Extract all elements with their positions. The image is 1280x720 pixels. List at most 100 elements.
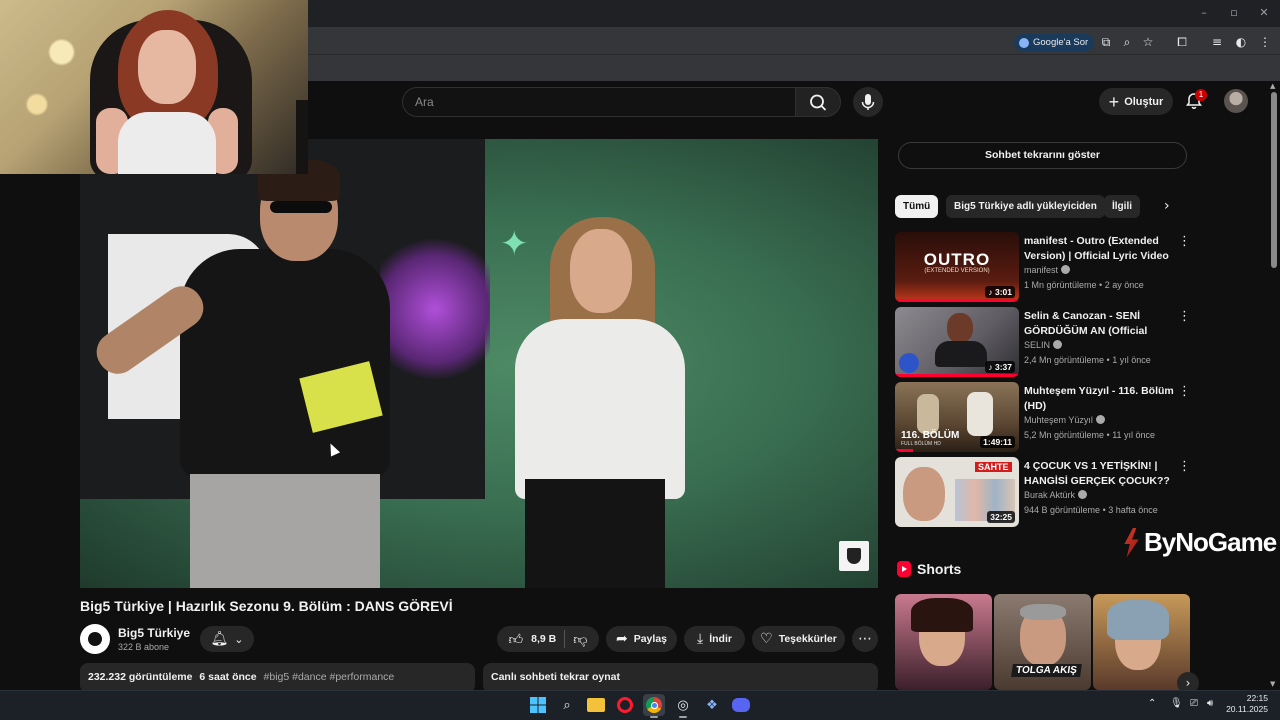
extensions-icon[interactable]: ⧠ [1174, 34, 1190, 50]
search-button[interactable] [795, 87, 841, 117]
more-options-icon[interactable]: ⋮ [1178, 309, 1191, 324]
verified-icon [1095, 415, 1105, 424]
network-icon[interactable]: ⎚ [1190, 698, 1198, 709]
bynogame-watermark: ByNoGame [1120, 527, 1277, 558]
recommendation-channel[interactable]: Burak Aktürk [1024, 490, 1088, 500]
recommendation-title[interactable]: Muhteşem Yüzyıl - 116. Bölüm (HD) [1024, 384, 1174, 414]
watch-progress [895, 299, 1019, 302]
download-label: İndir [709, 633, 732, 645]
microphone-icon[interactable]: 🎙︎ [1170, 698, 1183, 709]
thumbnail-subtext: (EXTENDED VERSION) [924, 268, 990, 274]
windows-logo-icon [530, 697, 546, 713]
install-app-icon[interactable]: ⧉ [1098, 34, 1114, 50]
more-options-icon[interactable]: ⋮ [1178, 384, 1191, 399]
chip-related[interactable]: İlgili [1104, 195, 1140, 218]
opera-icon[interactable] [614, 694, 636, 716]
share-button[interactable]: ➦ Paylaş [606, 626, 677, 652]
download-button[interactable]: ⤓ İndir [684, 626, 745, 652]
file-explorer-icon[interactable] [585, 694, 607, 716]
more-actions-button[interactable]: ⋯ [852, 626, 878, 652]
chip-all[interactable]: Tümü [895, 195, 939, 218]
verified-icon [1053, 340, 1063, 349]
volume-icon[interactable]: 🔊︎ [1207, 698, 1213, 709]
description-box[interactable]: 232.232 görüntüleme 6 saat önce #big5 #d… [80, 663, 475, 693]
video-thumbnail[interactable]: OUTRO (EXTENDED VERSION) ♪ 3:01 [895, 232, 1019, 302]
short-thumbnail[interactable] [1093, 594, 1190, 690]
download-icon: ⤓ [697, 631, 704, 647]
scroll-up-icon[interactable]: ▲ [1270, 82, 1275, 90]
app-icon[interactable]: ❖ [701, 694, 723, 716]
chevron-right-icon[interactable]: › [1164, 198, 1170, 214]
shorts-title: Shorts [917, 561, 962, 577]
channel-logo-icon [88, 632, 102, 646]
upload-time: 6 saat önce [199, 671, 257, 683]
short-thumbnail[interactable]: TOLGA AKIŞ [994, 594, 1091, 690]
recommendation-channel[interactable]: manifest [1024, 265, 1071, 275]
webcam-overlay [0, 0, 308, 174]
chrome-icon[interactable] [643, 694, 665, 716]
video-duration: ♪ 3:01 [985, 286, 1015, 298]
page-scrollbar[interactable] [1271, 92, 1277, 268]
recommendation-meta: 1 Mn görüntüleme • 2 ay önce [1024, 280, 1144, 290]
media-control-icon[interactable]: ≡ [1209, 34, 1225, 50]
bookmark-star-icon[interactable]: ☆ [1140, 34, 1156, 50]
video-player[interactable]: ✦ [80, 139, 878, 588]
voice-search-button[interactable] [853, 87, 883, 117]
clock-time: 22:15 [1246, 693, 1268, 703]
start-button[interactable] [527, 694, 549, 716]
taskbar-search-icon[interactable]: ⌕ [556, 694, 578, 716]
discord-icon[interactable] [730, 694, 752, 716]
chat-replay-panel[interactable]: Canlı sohbeti tekrar oynat [483, 663, 878, 693]
warner-music-icon [899, 353, 919, 373]
video-title: Big5 Türkiye | Hazırlık Sezonu 9. Bölüm … [80, 598, 453, 614]
video-thumbnail[interactable]: ♪ 3:37 [895, 307, 1019, 377]
minimize-button[interactable]: – [1194, 6, 1214, 19]
search-input[interactable]: Ara [402, 87, 796, 117]
recommendation-title[interactable]: manifest - Outro (Extended Version) | Of… [1024, 234, 1174, 264]
recommendation-item[interactable]: OUTRO (EXTENDED VERSION) ♪ 3:01 manifest… [895, 232, 1195, 302]
restore-button[interactable]: ▫ [1224, 6, 1244, 19]
recommendation-item[interactable]: 116. BÖLÜM FULL BÖLÜM HD 1:49:11 Muhteşe… [895, 382, 1195, 452]
system-clock[interactable]: 22:15 20.11.2025 [1226, 693, 1268, 715]
windows-taskbar [0, 690, 1280, 720]
like-icon[interactable]: 👍︎ [509, 631, 524, 648]
video-thumbnail[interactable]: 116. BÖLÜM FULL BÖLÜM HD 1:49:11 [895, 382, 1019, 452]
video-thumbnail[interactable]: SAHTE 32:25 [895, 457, 1019, 527]
zoom-icon[interactable]: ⌕ [1119, 34, 1135, 50]
plus-icon: + [1108, 91, 1120, 112]
scroll-down-icon[interactable]: ▼ [1270, 680, 1275, 688]
bynogame-logo-icon [1124, 527, 1139, 558]
subscription-bell-button[interactable]: 🔔︎ ⌄ [200, 626, 254, 652]
more-options-icon[interactable]: ⋮ [1178, 459, 1191, 474]
create-button[interactable]: + Oluştur [1099, 88, 1173, 115]
recommendation-channel[interactable]: Muhteşem Yüzyıl [1024, 415, 1105, 425]
show-chat-replay-button[interactable]: Sohbet tekrarını göster [898, 142, 1187, 169]
more-options-icon[interactable]: ⋮ [1178, 234, 1191, 249]
like-count[interactable]: 8,9 B [531, 633, 556, 645]
channel-avatar[interactable] [80, 624, 110, 654]
channel-watermark[interactable] [839, 541, 869, 571]
recommendation-title[interactable]: Selin & Canozan - SENİ GÖRDÜĞÜM AN (Offi… [1024, 309, 1174, 339]
hashtags[interactable]: #big5 #dance #performance [264, 671, 395, 683]
profile-icon[interactable]: ◐ [1233, 34, 1249, 50]
recommendation-title[interactable]: 4 ÇOCUK VS 1 YETİŞKİN! | HANGİSİ GERÇEK … [1024, 459, 1174, 489]
chevron-up-icon[interactable]: ⌃ [1148, 698, 1156, 709]
super-thanks-icon: ♡ [760, 631, 773, 647]
channel-name[interactable]: Big5 Türkiye [118, 626, 190, 640]
google-ask-chip[interactable]: Google'a Sor [1014, 34, 1095, 51]
obs-icon[interactable]: ◎ [672, 694, 694, 716]
thanks-button[interactable]: ♡ Teşekkürler [752, 626, 845, 652]
recommendation-item[interactable]: SAHTE 32:25 4 ÇOCUK VS 1 YETİŞKİN! | HAN… [895, 457, 1195, 527]
short-thumbnail[interactable] [895, 594, 992, 690]
recommendation-channel[interactable]: SELIN [1024, 340, 1063, 350]
verified-icon [1061, 265, 1071, 274]
browser-menu-icon[interactable]: ⋮ [1257, 34, 1273, 50]
thumbnail-text: 116. BÖLÜM [901, 430, 960, 441]
close-window-button[interactable]: ✕ [1254, 6, 1274, 19]
user-avatar[interactable] [1224, 89, 1248, 113]
recommendation-item[interactable]: ♪ 3:37 Selin & Canozan - SENİ GÖRDÜĞÜM A… [895, 307, 1195, 377]
google-chip-label: Google'a Sor [1033, 37, 1089, 48]
chip-from-uploader[interactable]: Big5 Türkiye adlı yükleyiciden [946, 195, 1105, 218]
dislike-icon[interactable]: 👎︎ [573, 631, 587, 648]
notification-badge: 1 [1195, 89, 1207, 101]
